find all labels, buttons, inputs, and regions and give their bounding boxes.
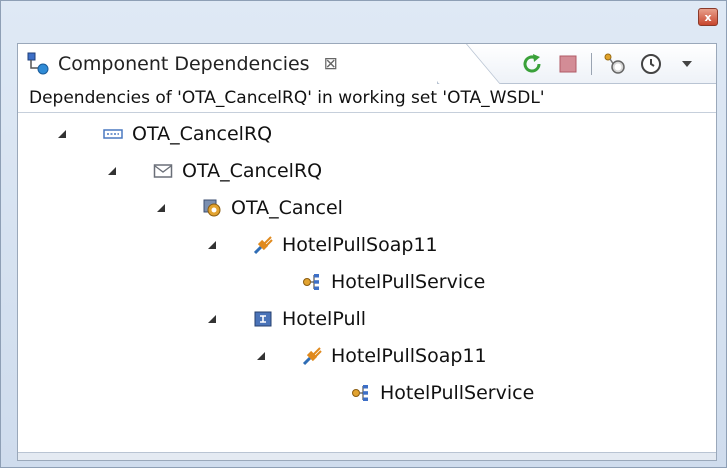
expanded-arrow-icon[interactable] <box>106 165 118 177</box>
expanded-arrow-icon[interactable] <box>255 350 267 362</box>
tree-node[interactable]: HotelPullService <box>255 266 485 298</box>
close-label: x <box>704 10 712 24</box>
port-type-icon <box>252 308 274 330</box>
node-label: OTA_CancelRQ <box>132 123 273 145</box>
service-icon <box>350 382 372 404</box>
dependencies-info-label: Dependencies of 'OTA_CancelRQ' in workin… <box>18 85 716 113</box>
service-icon <box>301 271 323 293</box>
node-label: OTA_Cancel <box>231 197 343 219</box>
tree-node[interactable]: HotelPull <box>206 303 366 335</box>
component-dependencies-view: Component Dependencies ⊠ Dependencies of… <box>17 43 717 461</box>
history-icon[interactable] <box>638 51 664 77</box>
node-label: OTA_CancelRQ <box>182 160 323 182</box>
view-bottom-border <box>18 452 716 460</box>
expanded-arrow-icon[interactable] <box>206 239 218 251</box>
tree-node[interactable]: OTA_CancelRQ <box>106 155 322 187</box>
element-icon <box>102 123 124 145</box>
binding-icon <box>301 345 323 367</box>
expanded-arrow-icon[interactable] <box>155 202 167 214</box>
view-menu-icon[interactable] <box>674 51 700 77</box>
expanded-arrow-icon[interactable] <box>206 313 218 325</box>
tab-close-icon[interactable]: ⊠ <box>324 54 338 74</box>
view-toolbar <box>519 44 700 84</box>
node-label: HotelPull <box>282 308 367 330</box>
tree-node[interactable]: HotelPullSoap11 <box>255 340 487 372</box>
window-frame: x Component Dependencies ⊠ Dependencies … <box>0 0 727 468</box>
expanded-arrow-icon[interactable] <box>56 128 68 140</box>
tree-node[interactable]: HotelPullSoap11 <box>206 229 438 261</box>
tree-node[interactable]: HotelPullService <box>304 377 534 409</box>
binding-icon <box>252 234 274 256</box>
refresh-icon[interactable] <box>519 51 545 77</box>
stop-icon[interactable] <box>555 51 581 77</box>
node-label: HotelPullSoap11 <box>282 234 438 256</box>
node-label: HotelPullService <box>331 271 486 293</box>
toolbar-separator <box>591 53 592 75</box>
tree-node[interactable]: OTA_Cancel <box>155 192 343 224</box>
operation-icon <box>201 197 223 219</box>
node-label: HotelPullService <box>380 382 535 404</box>
view-tabbar: Component Dependencies ⊠ <box>18 44 716 84</box>
dependency-search-icon[interactable] <box>602 51 628 77</box>
tree-node[interactable]: OTA_CancelRQ <box>56 118 272 150</box>
window-close-button[interactable]: x <box>698 8 718 26</box>
dependency-tree[interactable]: OTA_CancelRQ OTA_CancelRQ OTA_Cancel Hot… <box>18 114 716 444</box>
node-label: HotelPullSoap11 <box>331 345 487 367</box>
message-icon <box>152 160 174 182</box>
tab-component-dependencies[interactable]: Component Dependencies ⊠ <box>18 44 438 84</box>
tab-title: Component Dependencies <box>58 53 310 75</box>
dependencies-view-icon <box>26 51 52 77</box>
